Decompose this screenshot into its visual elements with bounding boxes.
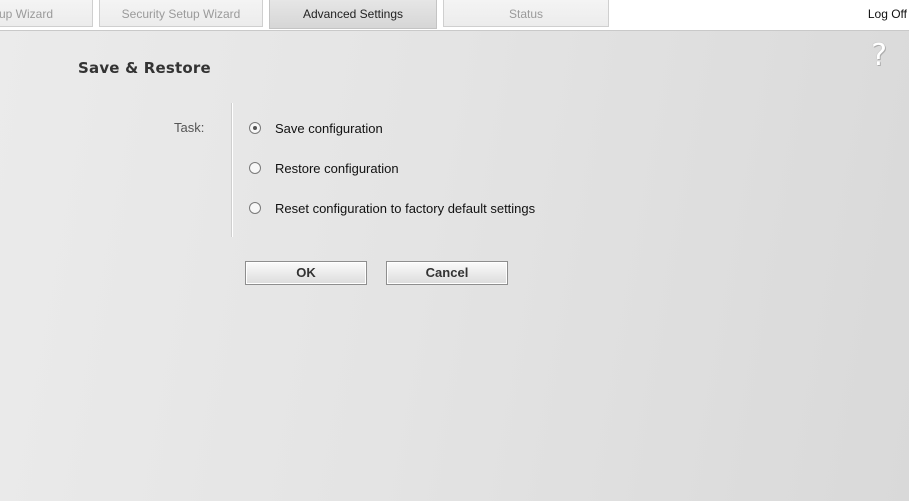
option-save-configuration[interactable]: Save configuration <box>249 119 383 137</box>
ok-button[interactable]: OK <box>245 261 367 285</box>
option-restore-configuration[interactable]: Restore configuration <box>249 159 399 177</box>
top-navigation-bar: up Wizard Security Setup Wizard Advanced… <box>0 0 909 30</box>
page-title: Save & Restore <box>78 59 211 77</box>
radio-reset-configuration[interactable] <box>249 202 261 214</box>
tab-security-setup-wizard[interactable]: Security Setup Wizard <box>99 0 263 27</box>
option-label-save: Save configuration <box>275 120 383 136</box>
cancel-button[interactable]: Cancel <box>386 261 508 285</box>
logoff-link[interactable]: Log Off <box>868 0 907 28</box>
tab-setup-wizard[interactable]: up Wizard <box>0 0 93 27</box>
task-label: Task: <box>174 120 205 135</box>
radio-save-configuration[interactable] <box>249 122 261 134</box>
tab-status[interactable]: Status <box>443 0 609 27</box>
option-reset-configuration[interactable]: Reset configuration to factory default s… <box>249 199 535 217</box>
help-icon[interactable]: ? <box>871 41 887 71</box>
vertical-divider <box>231 103 233 237</box>
option-label-restore: Restore configuration <box>275 160 399 176</box>
option-label-reset: Reset configuration to factory default s… <box>275 200 536 216</box>
tab-advanced-settings[interactable]: Advanced Settings <box>269 0 437 29</box>
main-panel: Save & Restore ? Task: Save configuratio… <box>0 30 909 501</box>
radio-restore-configuration[interactable] <box>249 162 261 174</box>
